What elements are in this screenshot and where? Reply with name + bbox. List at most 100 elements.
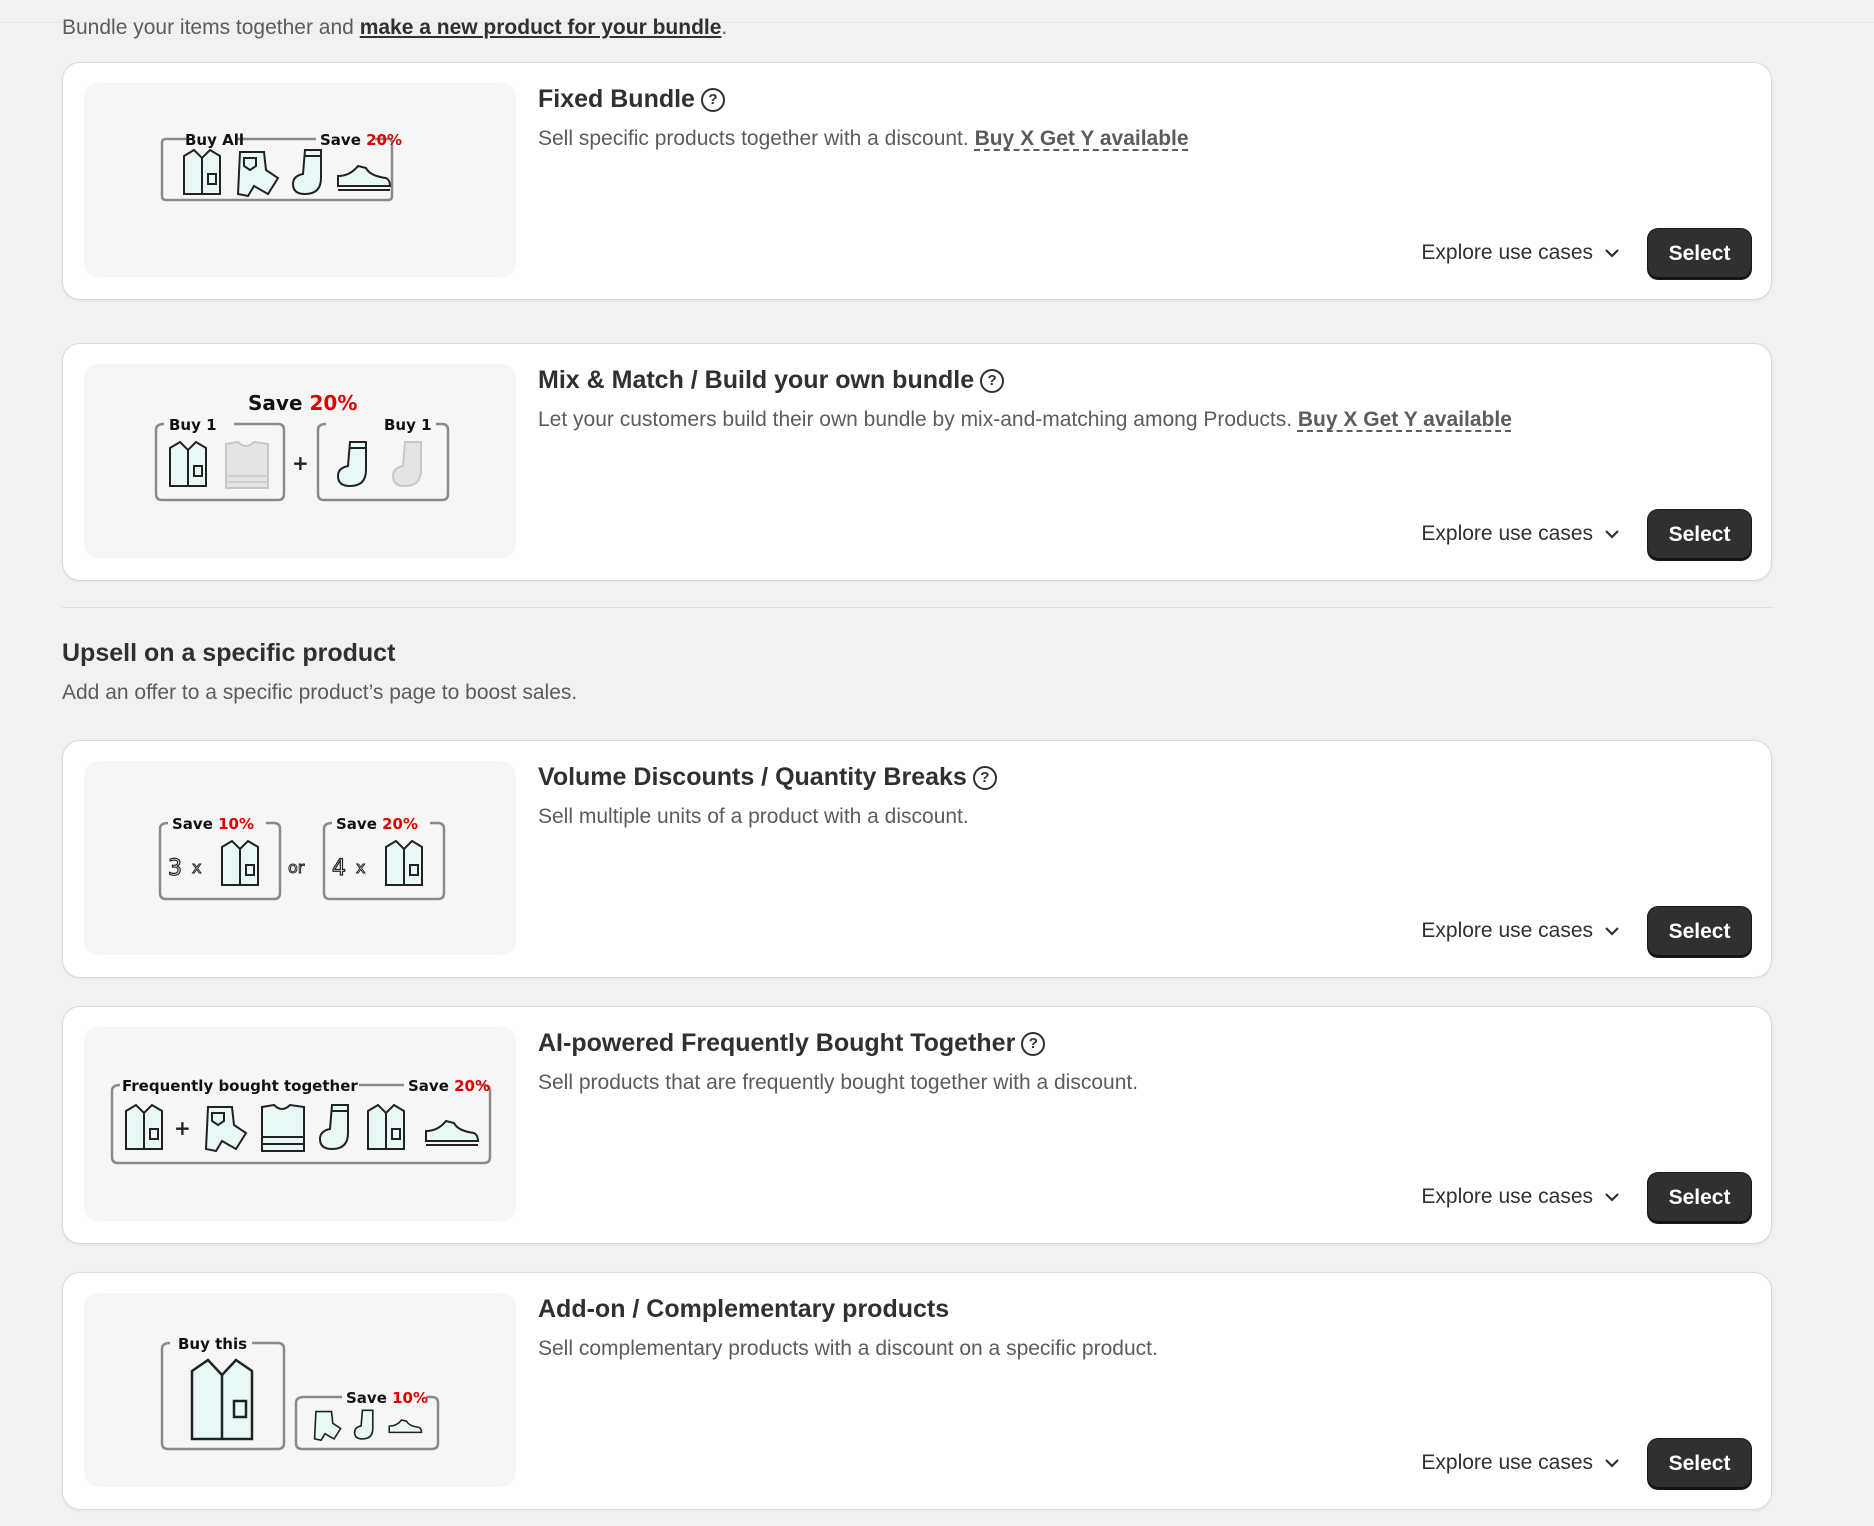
card-description-text: Sell complementary products with a disco… bbox=[538, 1337, 1158, 1360]
card-description: Sell products that are frequently bought… bbox=[538, 1071, 1138, 1095]
card-description: Sell specific products together with a d… bbox=[538, 127, 1189, 151]
section-subtitle: Add an offer to a specific product’s pag… bbox=[62, 681, 578, 704]
section-divider bbox=[62, 607, 1774, 608]
chevron-down-icon bbox=[1605, 1193, 1619, 1202]
bxgy-tooltip[interactable]: Buy X Get Y available bbox=[1298, 408, 1512, 431]
thumb-label: Buy All bbox=[185, 131, 244, 149]
card-description: Sell complementary products with a disco… bbox=[538, 1337, 1158, 1361]
explore-use-cases[interactable]: Explore use cases bbox=[1421, 241, 1621, 265]
card-title-text: Fixed Bundle bbox=[538, 85, 695, 113]
thumb-label: Buy this bbox=[178, 1335, 247, 1353]
card-description: Let your customers build their own bundl… bbox=[538, 408, 1512, 432]
sock-icon bbox=[353, 1409, 374, 1440]
card-title-text: AI-powered Frequently Bought Together bbox=[538, 1029, 1016, 1057]
chevron-down-icon bbox=[1605, 530, 1619, 539]
mix-match-illustration: Save 20% Buy 1 Buy 1 + bbox=[84, 364, 516, 558]
plus-icon: + bbox=[292, 451, 309, 475]
shirt-icon bbox=[125, 1103, 163, 1150]
shoe-icon bbox=[425, 1119, 480, 1146]
pants-icon bbox=[313, 1410, 342, 1442]
sock-icon bbox=[291, 149, 322, 196]
chevron-down-icon bbox=[1605, 249, 1619, 258]
explore-use-cases[interactable]: Explore use cases bbox=[1421, 1451, 1621, 1475]
or-label: or bbox=[288, 858, 305, 877]
card-add-on: Buy this Save 10% Add-on / Complementary… bbox=[62, 1272, 1772, 1510]
add-on-graphic: Buy this Save 10% bbox=[160, 1335, 440, 1451]
help-icon[interactable]: ? bbox=[980, 368, 1005, 393]
thumb-save: Save 20% bbox=[248, 391, 357, 415]
thumb-save: Save 10% bbox=[172, 815, 254, 833]
new-product-link[interactable]: make a new product for your bundle bbox=[360, 16, 722, 39]
explore-use-cases[interactable]: Explore use cases bbox=[1421, 1185, 1621, 1209]
card-description-text: Sell specific products together with a d… bbox=[538, 127, 975, 150]
card-fixed-bundle: Buy All Save 20% Fixed Bundle ? Sell spe… bbox=[62, 62, 1772, 300]
card-title: Volume Discounts / Quantity Breaks ? bbox=[538, 763, 997, 792]
plus-icon: + bbox=[174, 1116, 191, 1140]
intro-end: . bbox=[721, 16, 728, 39]
card-description-text: Sell products that are frequently bought… bbox=[538, 1071, 1139, 1094]
card-title: AI-powered Frequently Bought Together ? bbox=[538, 1029, 1046, 1058]
chevron-down-icon bbox=[1605, 927, 1619, 936]
pants-icon bbox=[204, 1106, 248, 1153]
card-mix-match: Save 20% Buy 1 Buy 1 + Mix & Match / Bui… bbox=[62, 343, 1772, 581]
shoe-icon bbox=[337, 164, 392, 191]
times-sign: x bbox=[356, 858, 365, 877]
card-title: Add-on / Complementary products bbox=[538, 1295, 949, 1324]
select-button[interactable]: Select bbox=[1648, 229, 1751, 279]
select-button[interactable]: Select bbox=[1648, 907, 1751, 957]
explore-use-cases[interactable]: Explore use cases bbox=[1421, 522, 1621, 546]
volume-discounts-illustration: Save 10% Save 20% 3 x or 4 x bbox=[84, 761, 516, 955]
intro-text: Bundle your items together and make a ne… bbox=[62, 16, 727, 40]
thumb-buy: Buy 1 bbox=[384, 416, 432, 434]
explore-label: Explore use cases bbox=[1421, 1451, 1593, 1474]
thumb-save: Save 20% bbox=[320, 131, 402, 149]
card-description-text: Sell multiple units of a product with a … bbox=[538, 805, 969, 828]
thumb-save: Save 10% bbox=[346, 1389, 428, 1407]
select-button[interactable]: Select bbox=[1648, 510, 1751, 560]
card-title: Fixed Bundle ? bbox=[538, 85, 725, 114]
pants-icon bbox=[236, 151, 280, 198]
shirt-icon bbox=[190, 1358, 254, 1441]
sock-icon bbox=[336, 441, 367, 488]
shirt-icon bbox=[385, 839, 423, 886]
section-title: Upsell on a specific product bbox=[62, 639, 396, 667]
card-title-text: Volume Discounts / Quantity Breaks bbox=[538, 763, 967, 791]
sweater-icon bbox=[261, 1103, 305, 1152]
explore-label: Explore use cases bbox=[1421, 1185, 1593, 1208]
fbt-illustration: Frequently bought together Save 20% + bbox=[84, 1027, 516, 1221]
help-icon[interactable]: ? bbox=[700, 87, 725, 112]
add-on-illustration: Buy this Save 10% bbox=[84, 1293, 516, 1487]
help-icon[interactable]: ? bbox=[972, 765, 997, 790]
explore-label: Explore use cases bbox=[1421, 919, 1593, 942]
card-title: Mix & Match / Build your own bundle ? bbox=[538, 366, 1005, 395]
explore-label: Explore use cases bbox=[1421, 241, 1593, 264]
thumb-save: Save 20% bbox=[408, 1077, 490, 1095]
shirt-icon bbox=[221, 839, 259, 886]
explore-label: Explore use cases bbox=[1421, 522, 1593, 545]
quantity-3: 3 bbox=[168, 856, 182, 881]
thumb-save: Save 20% bbox=[336, 815, 418, 833]
fixed-bundle-illustration: Buy All Save 20% bbox=[84, 83, 516, 277]
shirt-icon bbox=[169, 440, 207, 487]
sweater-icon bbox=[225, 440, 269, 489]
card-description: Sell multiple units of a product with a … bbox=[538, 805, 969, 829]
fixed-bundle-graphic: Buy All Save 20% bbox=[160, 131, 402, 202]
card-volume-discounts: Save 10% Save 20% 3 x or 4 x Volume Disc… bbox=[62, 740, 1772, 978]
sock-icon bbox=[318, 1104, 349, 1151]
thumb-buy: Buy 1 bbox=[169, 416, 217, 434]
card-frequently-bought-together: Frequently bought together Save 20% + AI… bbox=[62, 1006, 1772, 1244]
select-button[interactable]: Select bbox=[1648, 1173, 1751, 1223]
sock-icon bbox=[391, 441, 422, 488]
select-button[interactable]: Select bbox=[1648, 1439, 1751, 1489]
bxgy-tooltip[interactable]: Buy X Get Y available bbox=[975, 127, 1189, 150]
card-title-text: Add-on / Complementary products bbox=[538, 1295, 950, 1323]
card-description-text: Let your customers build their own bundl… bbox=[538, 408, 1298, 431]
help-icon[interactable]: ? bbox=[1021, 1031, 1046, 1056]
explore-use-cases[interactable]: Explore use cases bbox=[1421, 919, 1621, 943]
chevron-down-icon bbox=[1605, 1459, 1619, 1468]
quantity-4: 4 bbox=[332, 856, 346, 881]
card-title-text: Mix & Match / Build your own bundle bbox=[538, 366, 975, 394]
times-sign: x bbox=[192, 858, 201, 877]
volume-discounts-graphic: Save 10% Save 20% 3 x or 4 x bbox=[158, 815, 446, 901]
thumb-label: Frequently bought together bbox=[122, 1077, 358, 1095]
